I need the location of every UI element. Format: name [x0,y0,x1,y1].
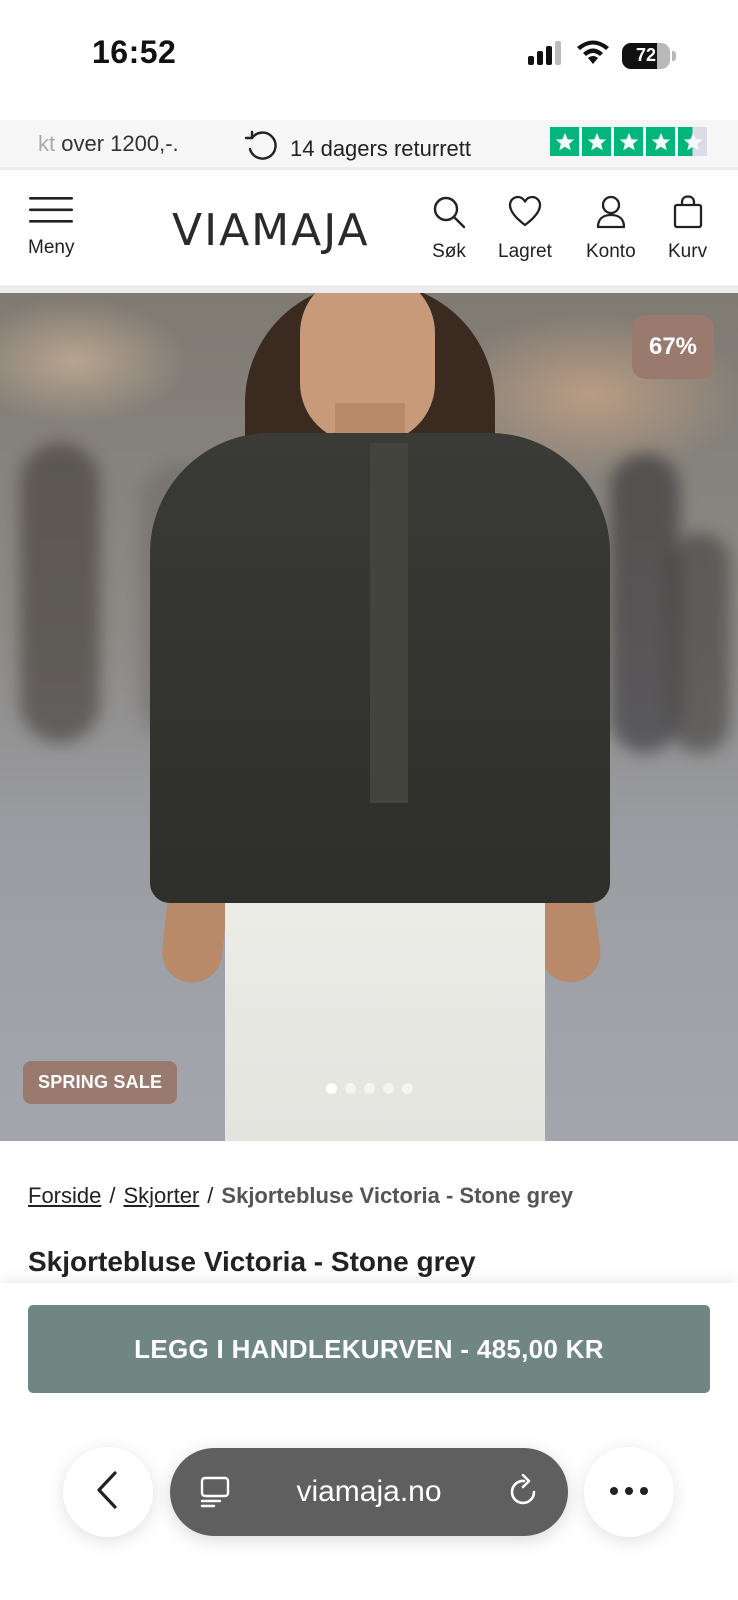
browser-back-button[interactable] [63,1447,153,1537]
add-to-cart-button[interactable]: LEGG I HANDLEKURVEN - 485,00 KR [28,1305,710,1393]
breadcrumb: Forside / Skjorter / Skjortebluse Victor… [28,1183,573,1209]
usp-bar: kt over 1200,-. 14 dagers returrett [0,120,738,170]
saved-label: Lagret [498,241,552,262]
hamburger-icon [28,195,74,231]
wifi-icon [576,40,610,71]
reload-icon[interactable] [508,1473,540,1513]
search-label: Søk [432,241,466,262]
background-figure [20,443,100,743]
star-icon [646,127,675,156]
spring-sale-badge: SPRING SALE [23,1061,178,1104]
product-title: Skjortebluse Victoria - Stone grey [28,1246,476,1277]
signal-icon [528,41,564,70]
heart-icon [508,195,542,235]
star-half-icon [678,127,707,156]
carousel-dot[interactable] [326,1083,337,1094]
more-dots-icon [609,1483,649,1501]
browser-url-bar[interactable]: viamaja.no [170,1448,568,1536]
status-time: 16:52 [92,34,177,70]
usp-returns: 14 dagers returrett [244,129,471,167]
site-logo[interactable]: VIAMAJA [172,205,370,256]
breadcrumb-separator: / [109,1183,116,1208]
battery-percent: 72 [635,45,657,65]
carousel-dot[interactable] [345,1083,356,1094]
account-label: Konto [586,241,636,262]
cart-label: Kurv [668,241,708,262]
breadcrumb-category[interactable]: Skjorter [123,1183,199,1209]
search-icon [432,195,466,235]
account-button[interactable]: Konto [586,195,636,263]
carousel-dots [326,1083,413,1094]
trustpilot-stars[interactable] [550,127,707,156]
header-divider [0,285,738,293]
discount-badge: 67% [632,315,714,379]
browser-more-button[interactable] [584,1447,674,1537]
shirt-placket [370,443,408,803]
breadcrumb-current: Skjortebluse Victoria - Stone grey [221,1183,574,1208]
usp-free-shipping-faded: kt [38,131,56,156]
status-bar: 16:52 72 [0,0,738,110]
carousel-dot[interactable] [402,1083,413,1094]
carousel-dot[interactable] [383,1083,394,1094]
chevron-left-icon [93,1470,123,1515]
status-icons: 72 [528,40,676,71]
saved-button[interactable]: Lagret [498,195,552,263]
site-header: Meny VIAMAJA Søk Lagret Konto Kurv [0,173,738,285]
battery-icon: 72 [622,42,670,69]
carousel-dot[interactable] [364,1083,375,1094]
search-button[interactable]: Søk [432,195,466,263]
usp-returns-text: 14 dagers returrett [290,136,471,161]
user-icon [594,195,628,235]
cart-nav-button[interactable]: Kurv [668,195,707,263]
product-image-carousel[interactable]: 67% SPRING SALE [0,293,738,1141]
battery-nub [672,50,676,61]
star-icon [550,127,579,156]
usp-free-shipping-text: over 1200,-. [55,131,179,156]
background-figure [670,533,730,753]
sticky-cart-panel: LEGG I HANDLEKURVEN - 485,00 KR [0,1283,738,1600]
return-arrow-icon [244,129,280,167]
menu-label: Meny [28,237,75,258]
breadcrumb-separator: / [207,1183,214,1208]
star-icon [614,127,643,156]
usp-free-shipping: kt over 1200,-. [38,131,179,157]
star-icon [582,127,611,156]
breadcrumb-home[interactable]: Forside [28,1183,101,1209]
shopping-bag-icon [673,195,703,235]
menu-button[interactable]: Meny [28,195,74,259]
